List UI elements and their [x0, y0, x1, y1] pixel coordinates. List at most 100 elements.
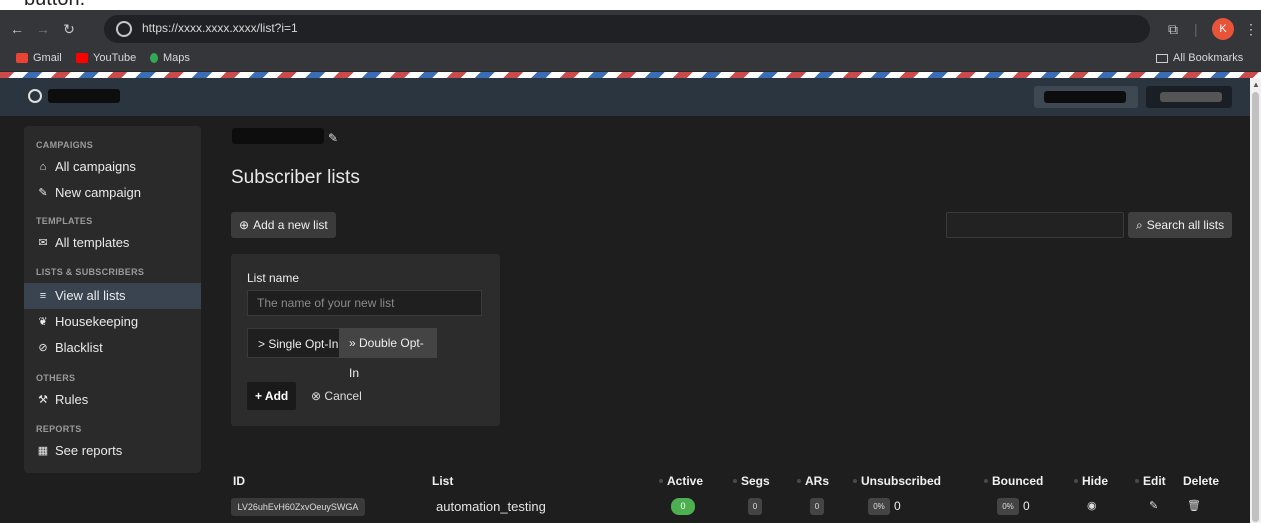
forward-icon[interactable]: →: [32, 18, 54, 40]
bookmark-youtube[interactable]: YouTube: [76, 52, 136, 64]
sidebar-heading-lists: LISTS & SUBSCRIBERS: [36, 267, 145, 277]
page-title: Subscriber lists: [231, 167, 360, 188]
sidebar-item-label: All campaigns: [55, 159, 136, 174]
column-header-unsubscribed[interactable]: Unsubscribed: [853, 474, 941, 488]
envelope-icon: ✉: [38, 237, 48, 249]
sidebar-item-new-campaign[interactable]: ✎ New campaign: [24, 180, 201, 206]
redacted-brand: [1044, 91, 1126, 103]
sidebar-item-label: See reports: [55, 443, 123, 458]
toolbar-divider: |: [1194, 21, 1198, 37]
sort-icon: [853, 479, 857, 483]
sort-icon: [1074, 479, 1078, 483]
chart-icon: ▦: [37, 445, 49, 457]
list-id-badge[interactable]: LV26uhEvH60ZxvOeuySWGA: [231, 498, 365, 516]
all-bookmarks[interactable]: All Bookmarks: [1156, 52, 1243, 64]
page-caption-fragment: button.: [0, 0, 1261, 10]
app-navbar: [0, 78, 1250, 116]
bookmark-label: YouTube: [93, 52, 137, 64]
sidebar-item-rules[interactable]: ⚒ Rules: [24, 387, 201, 413]
app-logo-icon[interactable]: [28, 89, 42, 103]
bookmarks-bar: Gmail YouTube Maps All Bookmarks: [0, 48, 1261, 72]
redacted-brand-title: [232, 128, 324, 144]
unsubscribed-percent-badge: 0%: [868, 498, 890, 515]
leaf-icon: ❦: [38, 316, 48, 328]
profile-avatar[interactable]: K: [1212, 18, 1234, 40]
cancel-button-label: Cancel: [324, 389, 362, 403]
bounced-count[interactable]: 0: [1023, 498, 1030, 515]
column-header-segs[interactable]: Segs: [733, 474, 770, 488]
ban-icon: ⊘: [38, 342, 48, 354]
single-optin-button[interactable]: > Single Opt-In: [247, 328, 350, 358]
address-bar[interactable]: https://xxxx.xxxx.xxxx/list?i=1: [104, 15, 1150, 43]
ars-count-badge[interactable]: 0: [810, 498, 824, 515]
home-icon: ⌂: [39, 161, 47, 173]
column-header-list[interactable]: List: [432, 474, 453, 488]
cancel-button[interactable]: ⊗ Cancel: [311, 382, 362, 410]
bookmark-maps[interactable]: Maps: [150, 52, 190, 64]
sidebar-item-label: All templates: [55, 235, 130, 250]
sort-icon: [659, 479, 663, 483]
header-label: Active: [667, 474, 704, 488]
bookmark-label: Gmail: [33, 52, 62, 64]
gmail-icon: [16, 53, 28, 63]
double-optin-button[interactable]: » Double Opt-In: [339, 328, 437, 380]
search-lists-input[interactable]: [946, 212, 1124, 238]
menu-icon[interactable]: ⋮: [1244, 18, 1258, 40]
header-label: Bounced: [992, 474, 1044, 488]
list-name-link[interactable]: automation_testing: [436, 499, 546, 514]
sidebar-item-all-campaigns[interactable]: ⌂ All campaigns: [24, 154, 201, 180]
sidebar-item-label: Blacklist: [55, 340, 103, 355]
edit-pencil-icon[interactable]: ✎: [1149, 499, 1158, 512]
page-scrollbar[interactable]: ▲: [1250, 78, 1261, 523]
edit-brand-icon[interactable]: ✎: [328, 131, 338, 145]
bookmark-gmail[interactable]: Gmail: [16, 52, 62, 64]
column-header-active[interactable]: Active: [659, 474, 703, 488]
column-header-edit[interactable]: Edit: [1135, 474, 1166, 488]
sidebar-item-label: View all lists: [55, 288, 126, 303]
account-dropdown[interactable]: [1146, 86, 1232, 108]
column-header-delete[interactable]: Delete: [1183, 474, 1219, 488]
new-list-form: List name > Single Opt-In » Double Opt-I…: [231, 254, 500, 426]
active-count-badge[interactable]: 0: [671, 498, 695, 515]
sidebar-item-housekeeping[interactable]: ❦ Housekeeping: [24, 309, 201, 335]
header-label: Unsubscribed: [861, 474, 942, 488]
brand-dropdown[interactable]: [1034, 86, 1138, 108]
add-new-list-button[interactable]: ⊕ Add a new list: [231, 212, 336, 238]
sidebar-item-all-templates[interactable]: ✉ All templates: [24, 230, 201, 256]
sidebar-item-blacklist[interactable]: ⊘ Blacklist: [24, 335, 201, 361]
column-header-bounced[interactable]: Bounced: [984, 474, 1043, 488]
sidebar-heading-campaigns: CAMPAIGNS: [36, 140, 94, 150]
extensions-icon[interactable]: ⧉: [1168, 18, 1178, 40]
column-header-ars[interactable]: ARs: [797, 474, 829, 488]
back-icon[interactable]: ←: [6, 18, 28, 40]
column-header-id[interactable]: ID: [233, 474, 245, 488]
sidebar-heading-reports: REPORTS: [36, 424, 82, 434]
sort-icon: [1135, 479, 1139, 483]
sidebar-heading-others: OTHERS: [36, 373, 76, 383]
folder-icon: [1156, 53, 1168, 63]
sidebar-item-view-all-lists[interactable]: ≡ View all lists: [24, 283, 201, 309]
column-header-hide[interactable]: Hide: [1074, 474, 1108, 488]
remove-circle-icon: ⊗: [311, 389, 322, 403]
sidebar-item-see-reports[interactable]: ▦ See reports: [24, 438, 201, 464]
segs-count-badge[interactable]: 0: [748, 498, 762, 515]
edit-icon: ✎: [38, 187, 48, 199]
delete-trash-icon[interactable]: 🗑: [1187, 499, 1201, 512]
site-info-icon[interactable]: [116, 21, 132, 37]
header-label: ARs: [805, 474, 830, 488]
sidebar-item-label: Housekeeping: [55, 314, 139, 329]
list-name-input[interactable]: [247, 290, 482, 316]
scroll-up-icon[interactable]: ▲: [1252, 80, 1260, 89]
url-text: https://xxxx.xxxx.xxxx/list?i=1: [142, 21, 298, 35]
add-new-list-label: Add a new list: [253, 218, 328, 232]
browser-toolbar: ← → ↻ https://xxxx.xxxx.xxxx/list?i=1 ⧉ …: [0, 10, 1261, 48]
add-button[interactable]: + Add: [247, 382, 297, 410]
search-all-lists-button[interactable]: ⌕ Search all lists: [1128, 212, 1233, 238]
hide-eye-icon[interactable]: ◉: [1087, 499, 1097, 512]
sidebar-item-label: New campaign: [55, 185, 141, 200]
reload-icon[interactable]: ↻: [58, 18, 80, 40]
unsubscribed-count[interactable]: 0: [894, 498, 901, 515]
scrollbar-thumb[interactable]: [1252, 92, 1259, 522]
wand-icon: ⚒: [38, 394, 48, 406]
plus-icon: +: [255, 389, 263, 403]
